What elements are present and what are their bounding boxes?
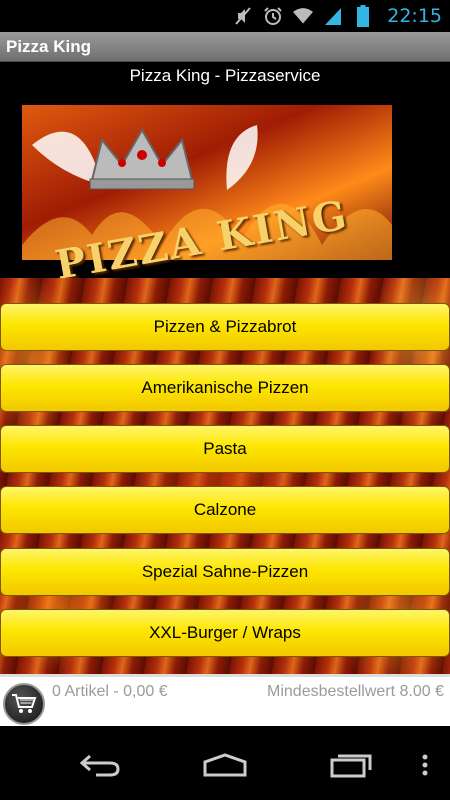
menu-button-pizzen[interactable]: Pizzen & Pizzabrot: [0, 303, 450, 351]
cart-bar: 0 Artikel - 0,00 € Mindesbestellwert 8.0…: [0, 674, 450, 726]
back-icon[interactable]: [76, 748, 124, 782]
mute-icon: [233, 6, 253, 26]
status-bar: 22:15: [0, 0, 450, 32]
shopping-cart-icon: [12, 694, 37, 713]
cart-summary: 0 Artikel - 0,00 €: [52, 683, 168, 700]
signal-icon: [323, 6, 343, 26]
navigation-bar: [0, 726, 450, 800]
header: Pizza King - Pizzaservice PIZZA KING: [0, 62, 450, 289]
app-title: Pizza King: [6, 36, 92, 56]
app-title-bar: Pizza King: [0, 32, 450, 62]
menu-button-xxl-burger-wraps[interactable]: XXL-Burger / Wraps: [0, 609, 450, 657]
page-title: Pizza King - Pizzaservice: [129, 66, 321, 85]
battery-icon: [353, 5, 373, 27]
recent-apps-icon[interactable]: [326, 748, 376, 782]
menu-area: Pizzen & Pizzabrot Amerikanische Pizzen …: [0, 278, 450, 674]
menu-button-spezial-sahne-pizzen[interactable]: Spezial Sahne-Pizzen: [0, 548, 450, 596]
wifi-icon: [293, 6, 314, 26]
cart-button[interactable]: [3, 683, 45, 725]
alarm-icon: [263, 6, 283, 26]
status-time: 22:15: [387, 5, 442, 27]
menu-overflow-icon[interactable]: [415, 748, 435, 782]
minimum-order-value: Mindesbestellwert 8.00 €: [267, 683, 444, 700]
menu-button-amerikanische-pizzen[interactable]: Amerikanische Pizzen: [0, 364, 450, 412]
menu-button-pasta[interactable]: Pasta: [0, 425, 450, 473]
home-icon[interactable]: [200, 748, 250, 782]
menu-button-calzone[interactable]: Calzone: [0, 486, 450, 534]
